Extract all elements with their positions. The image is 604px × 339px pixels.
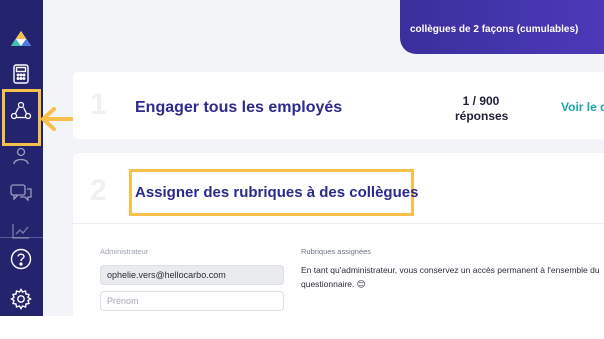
admin-label: Administrateur bbox=[100, 247, 149, 256]
rubriques-label: Rubriques assignées bbox=[301, 247, 372, 256]
info-banner: collègues de 2 façons (cumulables) bbox=[400, 0, 604, 54]
calculator-icon[interactable] bbox=[8, 61, 34, 87]
rubriques-description: En tant qu'administrateur, vous conserve… bbox=[301, 265, 600, 289]
card-divider bbox=[73, 223, 604, 224]
sidebar bbox=[0, 0, 43, 316]
firstname-field[interactable]: Prénom bbox=[100, 291, 284, 311]
banner-text: collègues de 2 façons (cumulables) bbox=[410, 24, 579, 35]
step-1-number: 1 bbox=[90, 88, 107, 121]
chart-icon[interactable] bbox=[8, 218, 34, 244]
sidebar-highlight-box bbox=[2, 89, 41, 146]
step-2-number: 2 bbox=[90, 174, 107, 207]
email-field[interactable]: ophelie.vers@hellocarbo.com bbox=[100, 265, 284, 285]
settings-gear-icon[interactable] bbox=[8, 286, 34, 312]
logo-icon[interactable] bbox=[8, 26, 34, 52]
sidebar-divider bbox=[0, 237, 43, 238]
app-frame: collègues de 2 façons (cumulables) 1 Eng… bbox=[0, 0, 604, 316]
step-2-title: Assigner des rubriques à des collègues bbox=[135, 184, 419, 201]
help-icon[interactable] bbox=[8, 246, 34, 272]
view-details-link[interactable]: Voir le d bbox=[561, 100, 604, 114]
chat-icon[interactable] bbox=[8, 180, 34, 206]
user-icon[interactable] bbox=[8, 143, 34, 169]
step-1-title: Engager tous les employés bbox=[135, 99, 343, 116]
responses-count-value: 1 / 900 bbox=[462, 94, 500, 108]
step-1-card: 1 Engager tous les employés 1 / 900 répo… bbox=[73, 72, 604, 139]
responses-count: 1 / 900 réponses bbox=[455, 94, 509, 124]
responses-count-label: réponses bbox=[455, 109, 509, 123]
